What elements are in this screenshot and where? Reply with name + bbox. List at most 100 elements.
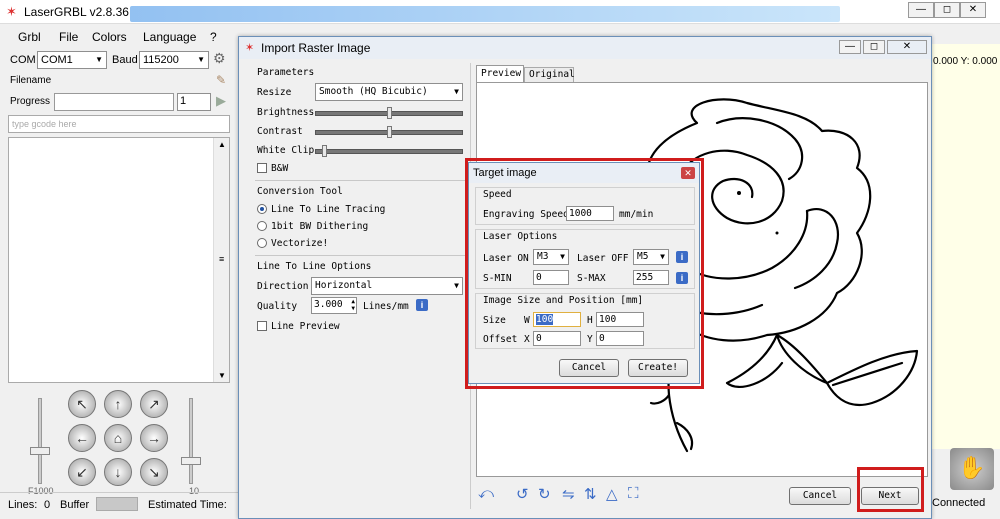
progress-bar	[54, 93, 174, 111]
import-dialog-titlebar: ✶ Import Raster Image — ◻ ✕	[239, 37, 931, 59]
jog-sw-icon[interactable]: ↙	[68, 458, 96, 486]
resize-value: Smooth (HQ Bicubic)	[319, 86, 428, 97]
separator	[255, 180, 465, 181]
dialog-maximize-button[interactable]: ◻	[863, 40, 885, 54]
stop-hand-icon[interactable]: ✋	[950, 448, 994, 490]
resize-select[interactable]: Smooth (HQ Bicubic) ▼	[315, 83, 463, 101]
back-arrow-icon[interactable]: ⤺	[478, 485, 494, 502]
menu-help[interactable]: ?	[210, 30, 217, 44]
open-file-icon[interactable]: ✎	[216, 73, 226, 87]
conversion-option-vectorize[interactable]: Vectorize!	[271, 238, 328, 249]
quality-info-icon[interactable]: i	[416, 299, 428, 311]
mirror-icon[interactable]: △	[606, 485, 618, 503]
jog-se-icon[interactable]: ↘	[140, 458, 168, 486]
crop-icon[interactable]: ⛶	[628, 485, 639, 502]
target-dialog-highlight	[465, 158, 704, 389]
console-log: ▲ ≡ ▼	[8, 137, 230, 383]
whiteclip-label: White Clip	[257, 145, 315, 156]
dialog-app-icon: ✶	[245, 42, 255, 54]
tab-original[interactable]: Original	[524, 67, 575, 83]
contrast-thumb[interactable]	[386, 126, 392, 138]
brightness-thumb[interactable]	[386, 107, 392, 119]
close-button[interactable]: ✕	[960, 2, 986, 18]
menu-grbl[interactable]: Grbl	[18, 30, 41, 44]
jog-n-icon[interactable]: ↑	[104, 390, 132, 418]
parameters-label: Parameters	[257, 67, 315, 78]
speed-slider-left-thumb[interactable]	[30, 447, 50, 455]
next-highlight	[857, 467, 924, 512]
whiteclip-slider[interactable]	[315, 149, 463, 154]
com-select[interactable]: COM1 ▼	[37, 51, 107, 69]
quality-label: Quality	[257, 301, 298, 312]
flip-vertical-icon[interactable]: ⇅	[584, 485, 597, 503]
jog-s-icon[interactable]: ↓	[104, 458, 132, 486]
chevron-down-icon: ▼	[197, 55, 205, 64]
line-preview-checkbox[interactable]	[257, 321, 267, 331]
main-window-title: LaserGRBL v2.8.36	[24, 5, 129, 19]
quality-value: 3.000	[314, 299, 343, 310]
minimize-button[interactable]: —	[908, 2, 934, 18]
flip-horizontal-icon[interactable]: ⇋	[562, 485, 575, 503]
jog-w-icon[interactable]: ←	[68, 424, 96, 452]
separator	[255, 255, 465, 256]
jog-nw-icon[interactable]: ↖	[68, 390, 96, 418]
scroll-up-icon[interactable]: ▲	[218, 140, 226, 149]
connect-icon[interactable]: ⚙	[213, 50, 226, 67]
scroll-grip-icon[interactable]: ≡	[219, 254, 224, 264]
jog-ne-icon[interactable]: ↗	[140, 390, 168, 418]
import-dialog-title: Import Raster Image	[261, 41, 371, 55]
menu-language[interactable]: Language	[143, 30, 196, 44]
connection-status: Connected	[932, 497, 986, 509]
stepper-arrows-icon[interactable]: ▲ ▼	[351, 298, 355, 312]
conversion-label: Conversion Tool	[257, 186, 343, 197]
brightness-label: Brightness	[257, 107, 315, 118]
step-slider-right-thumb[interactable]	[181, 457, 201, 465]
import-cancel-label: Cancel	[802, 490, 838, 501]
radio-dithering[interactable]	[257, 221, 267, 231]
com-value: COM1	[41, 54, 73, 66]
progress-count[interactable]: 1	[177, 93, 211, 111]
line-preview-label: Line Preview	[271, 321, 340, 332]
scroll-down-icon[interactable]: ▼	[218, 371, 226, 380]
menu-colors[interactable]: Colors	[92, 30, 127, 44]
menu-file[interactable]: File	[59, 30, 78, 44]
whiteclip-thumb[interactable]	[322, 145, 328, 157]
rotate-cw-icon[interactable]: ↻	[538, 485, 551, 503]
home-icon[interactable]: ⌂	[104, 424, 132, 452]
import-cancel-button[interactable]: Cancel	[789, 487, 851, 505]
direction-label: Direction	[257, 281, 309, 292]
step-slider-right[interactable]	[189, 398, 193, 484]
tab-original-label: Original	[529, 69, 575, 80]
background-blur	[130, 6, 840, 22]
buffer-label: Buffer	[60, 499, 90, 511]
conversion-option-line-tracing[interactable]: Line To Line Tracing	[271, 204, 385, 215]
lines-label: Lines:	[8, 499, 38, 511]
speed-slider-left[interactable]	[38, 398, 42, 484]
dialog-minimize-button[interactable]: —	[839, 40, 861, 54]
tab-preview[interactable]: Preview	[476, 65, 524, 83]
radio-line-tracing[interactable]	[257, 204, 267, 214]
conversion-option-dithering[interactable]: 1bit BW Dithering	[271, 221, 368, 232]
progress-count-value: 1	[180, 95, 187, 107]
app-icon: ✶	[6, 4, 17, 19]
baud-select[interactable]: 115200 ▼	[139, 51, 209, 69]
console-scrollbar[interactable]: ▲ ≡ ▼	[213, 138, 229, 382]
bw-label: B&W	[271, 163, 289, 174]
chevron-down-icon: ▼	[454, 281, 459, 290]
play-icon[interactable]: ▶	[216, 93, 226, 109]
maximize-button[interactable]: ◻	[934, 2, 960, 18]
bw-checkbox[interactable]	[257, 163, 267, 173]
radio-vectorize[interactable]	[257, 238, 267, 248]
quality-stepper[interactable]: 3.000 ▲ ▼	[311, 297, 357, 314]
direction-select[interactable]: Horizontal ▼	[311, 277, 463, 295]
estimated-label: Estimated Time:	[148, 499, 227, 511]
buffer-bar	[96, 497, 138, 511]
gcode-input[interactable]: type gcode here	[8, 115, 230, 133]
baud-value: 115200	[143, 54, 179, 66]
jog-e-icon[interactable]: →	[140, 424, 168, 452]
chevron-down-icon: ▼	[95, 55, 103, 64]
coords-readout: 0.000 Y: 0.000	[933, 56, 998, 67]
chevron-down-icon: ▼	[454, 87, 459, 96]
rotate-ccw-icon[interactable]: ↺	[516, 485, 529, 503]
dialog-close-button[interactable]: ✕	[887, 40, 927, 54]
